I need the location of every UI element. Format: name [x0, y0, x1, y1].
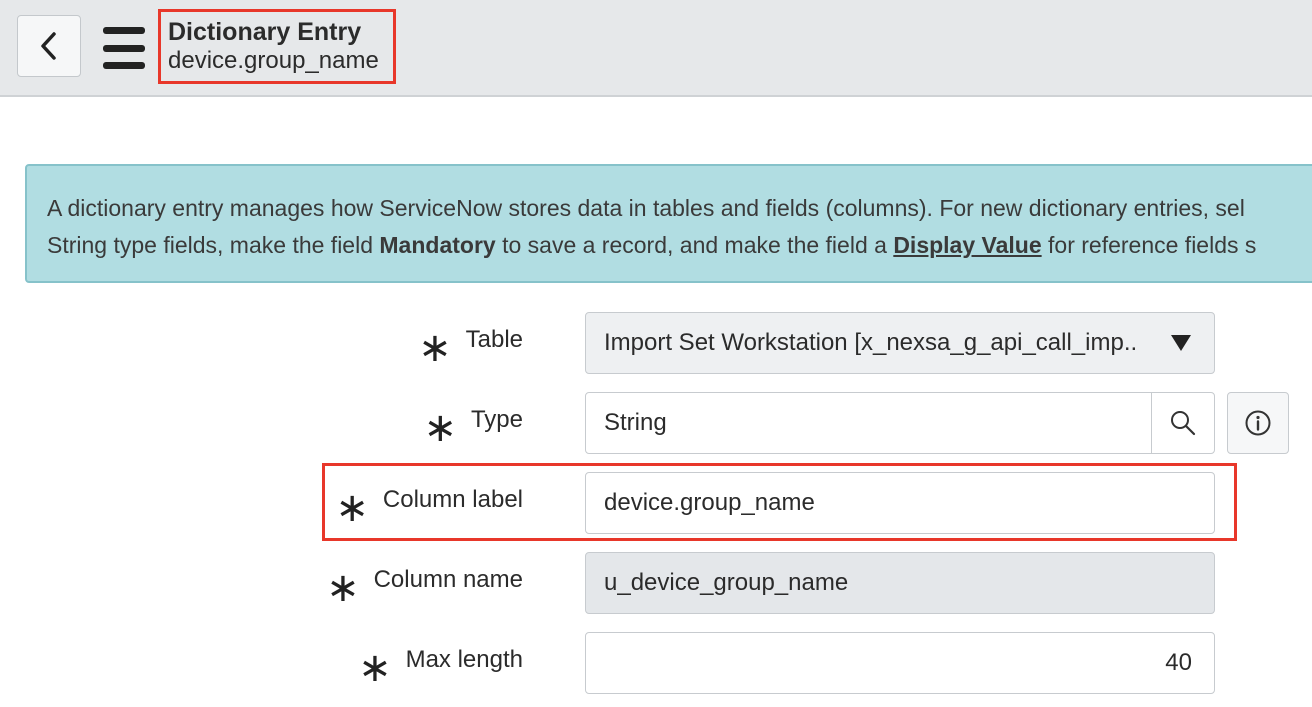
- column-label-input[interactable]: device.group_name: [585, 472, 1215, 534]
- menu-bar: [103, 62, 145, 69]
- max-length-input[interactable]: 40: [585, 632, 1215, 694]
- banner-line-2: String type fields, make the field Manda…: [47, 227, 1312, 264]
- type-input[interactable]: String: [585, 392, 1152, 454]
- column-label-label: ∗ Column label: [335, 486, 523, 528]
- type-input-value: String: [604, 409, 667, 436]
- record-title-block: Dictionary Entry device.group_name: [158, 9, 396, 84]
- max-length-value: 40: [1165, 649, 1192, 676]
- menu-bar: [103, 27, 145, 34]
- required-asterisk-icon: ∗: [358, 646, 392, 690]
- max-length-label-text: Max length: [405, 646, 523, 673]
- required-asterisk-icon: ∗: [423, 406, 457, 450]
- banner-bold-mandatory: Mandatory: [379, 232, 496, 258]
- table-select-value: Import Set Workstation [x_nexsa_g_api_ca…: [604, 329, 1138, 356]
- type-info-button[interactable]: [1227, 392, 1289, 454]
- type-label-text: Type: [470, 406, 523, 433]
- type-lookup-button[interactable]: [1151, 392, 1215, 454]
- info-banner: A dictionary entry manages how ServiceNo…: [25, 164, 1312, 283]
- table-label: ∗ Table: [418, 326, 523, 368]
- type-label: ∗ Type: [423, 406, 523, 448]
- max-length-label: ∗ Max length: [358, 646, 523, 688]
- menu-bar: [103, 44, 145, 52]
- table-label-text: Table: [465, 326, 523, 353]
- page-subtitle: device.group_name: [168, 47, 379, 74]
- display-value-link[interactable]: Display Value: [893, 232, 1041, 258]
- banner-text: for reference fields s: [1041, 232, 1257, 258]
- column-label-value: device.group_name: [604, 489, 815, 516]
- dropdown-arrow-icon: [1171, 335, 1191, 351]
- required-asterisk-icon: ∗: [335, 486, 369, 530]
- column-name-label: ∗ Column name: [326, 566, 523, 608]
- chevron-left-icon: [41, 32, 56, 60]
- required-asterisk-icon: ∗: [326, 566, 360, 610]
- required-asterisk-icon: ∗: [418, 326, 452, 370]
- table-select[interactable]: Import Set Workstation [x_nexsa_g_api_ca…: [585, 312, 1215, 374]
- hamburger-menu-icon[interactable]: [100, 27, 148, 69]
- column-name-value: u_device_group_name: [604, 569, 849, 596]
- banner-text: String type fields, make the field: [47, 232, 380, 258]
- info-icon: [1245, 410, 1271, 436]
- banner-line-1: A dictionary entry manages how ServiceNo…: [47, 195, 1245, 221]
- banner-text: to save a record, and make the field a: [495, 232, 894, 258]
- column-name-label-text: Column name: [373, 566, 523, 593]
- page-title: Dictionary Entry: [168, 18, 362, 46]
- back-button[interactable]: [17, 15, 81, 77]
- search-icon: [1171, 411, 1196, 436]
- column-name-input: u_device_group_name: [585, 552, 1215, 614]
- column-label-label-text: Column label: [382, 486, 523, 513]
- top-header: Dictionary Entry device.group_name: [0, 0, 1312, 97]
